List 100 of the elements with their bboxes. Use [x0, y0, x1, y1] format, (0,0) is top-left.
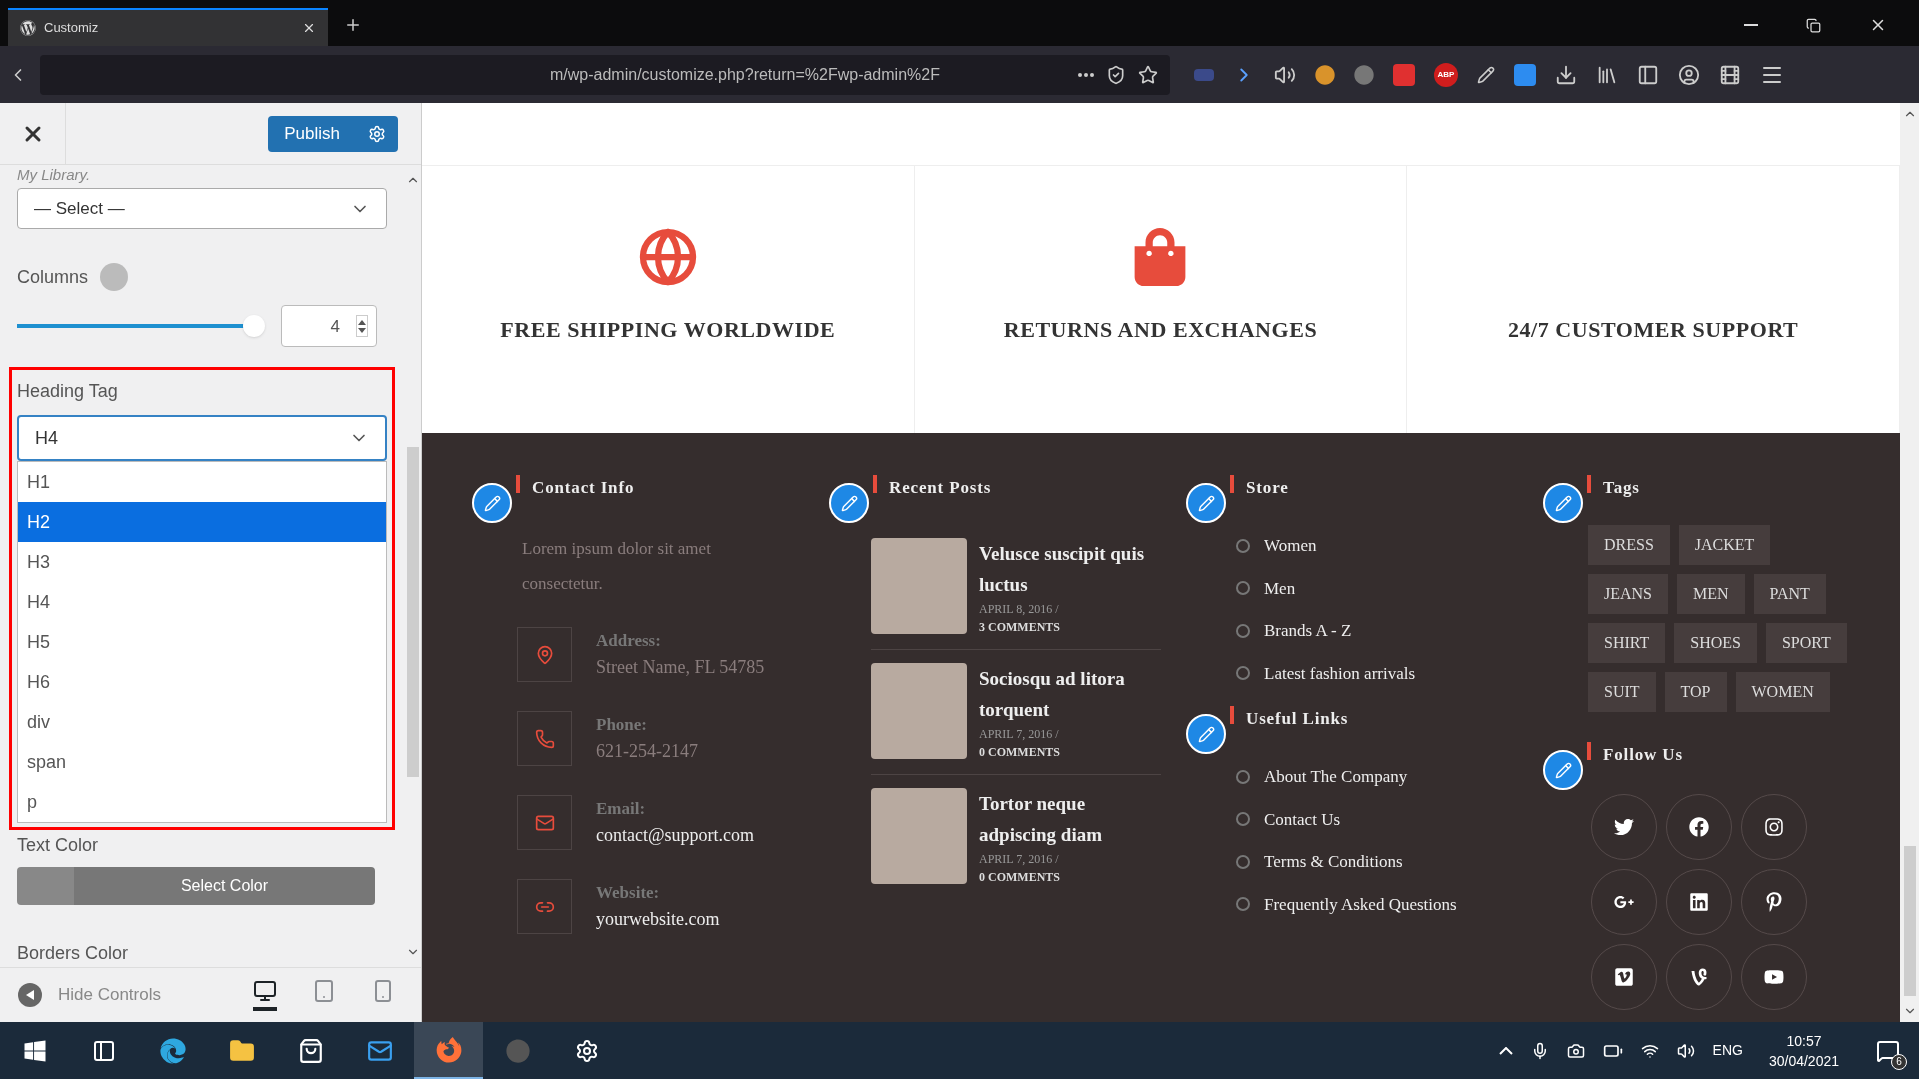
post-comments: 0 COMMENTS [979, 869, 1061, 886]
useful-link[interactable]: About The Company [1264, 764, 1408, 790]
dropdown-option[interactable]: span [18, 742, 386, 783]
dropdown-option[interactable]: H3 [18, 542, 386, 583]
color-swatch [17, 867, 74, 905]
extension-icon [1194, 68, 1214, 81]
widget-heading: Follow Us [1603, 744, 1683, 766]
intro-text: Lorem ipsum dolor sit amet consectetur. [522, 538, 712, 595]
contact-value: 621-254-2147 [596, 739, 698, 763]
device-preview-button[interactable] [253, 979, 277, 1011]
heading-tag-dropdown[interactable]: H4 [17, 415, 387, 462]
phone-icon [534, 728, 555, 749]
language-indicator[interactable]: ENG [1712, 1040, 1743, 1061]
select-color-button[interactable]: Select Color [74, 867, 375, 905]
store-link[interactable]: Women [1264, 533, 1317, 559]
download-icon [1555, 63, 1577, 86]
dropdown-option[interactable]: H5 [18, 622, 386, 663]
tag-chip[interactable]: WOMEN [1735, 672, 1830, 712]
dropdown-option[interactable]: H2 [18, 502, 386, 543]
contact-value: yourwebsite.com [596, 907, 720, 931]
contact-value: Street Name, FL 54785 [596, 655, 765, 679]
bullet-icon [1236, 769, 1250, 784]
instagram-icon [1764, 817, 1784, 837]
dropdown-option[interactable]: H6 [18, 662, 386, 703]
bullet-icon [1236, 581, 1250, 596]
tag-chip[interactable]: TOP [1664, 672, 1727, 712]
columns-slider[interactable] [17, 315, 265, 338]
feature-title: RETURNS AND EXCHANGES [1003, 316, 1318, 344]
edit-shortcut-button[interactable] [1543, 483, 1583, 523]
post-title[interactable]: Sociosqu ad litora torquent [979, 663, 1161, 725]
post-date: APRIL 7, 2016 / [979, 851, 1060, 868]
pencil-icon [1197, 725, 1215, 743]
columns-label: Columns [17, 265, 89, 289]
bullet-icon [1236, 666, 1250, 681]
store-bag-icon [297, 1037, 324, 1064]
tag-chip[interactable]: JEANS [1588, 574, 1668, 614]
tablet-icon [312, 979, 336, 1003]
tag-chip[interactable]: SPORT [1765, 623, 1847, 663]
tag-chip[interactable]: DRESS [1588, 525, 1670, 565]
contact-label: Email: [596, 798, 647, 821]
library-dropdown[interactable]: — Select — [17, 188, 387, 230]
tag-chip[interactable]: SHOES [1674, 623, 1757, 663]
useful-link[interactable]: Contact Us [1264, 806, 1341, 832]
dropdown-option[interactable]: H4 [18, 582, 386, 623]
settings-icon [368, 124, 386, 143]
store-link[interactable]: Latest fashion arrivals [1264, 660, 1416, 686]
bullet-icon [1236, 897, 1250, 912]
heading-accent [1230, 706, 1234, 724]
post-comments: 3 COMMENTS [979, 619, 1061, 636]
post-date: APRIL 8, 2016 / [979, 601, 1060, 618]
vimeo-icon [1614, 967, 1634, 987]
edit-shortcut-button[interactable] [1186, 714, 1226, 754]
edit-shortcut-button[interactable] [1543, 750, 1583, 790]
show-hidden-icons-icon [1498, 1046, 1513, 1055]
heading-tag-label: Heading Tag [17, 380, 119, 404]
tag-chip[interactable]: SUIT [1588, 672, 1656, 712]
firefox-browser-icon [435, 1036, 462, 1063]
globe-icon [637, 227, 698, 287]
tag-chip[interactable]: SHIRT [1588, 623, 1666, 663]
useful-link[interactable]: Terms & Conditions [1264, 849, 1403, 875]
pen-icon [1477, 65, 1495, 84]
wordpress-logo-icon [20, 20, 36, 36]
heading-accent [1230, 475, 1234, 493]
pencil-icon [1197, 494, 1215, 512]
account-icon [1678, 63, 1700, 86]
bullet-icon [1236, 623, 1250, 638]
dropdown-option[interactable]: div [18, 702, 386, 743]
dropdown-option[interactable]: p [18, 782, 386, 823]
heading-accent [516, 475, 520, 493]
pencil-icon [483, 494, 501, 512]
useful-link[interactable]: Frequently Asked Questions [1264, 891, 1457, 917]
extension-icon [1514, 63, 1536, 86]
contact-label: Address: [596, 630, 662, 653]
scrollbar-thumb[interactable] [1903, 846, 1916, 996]
settings-icon [574, 1038, 599, 1063]
bookmark-star-icon [1138, 64, 1158, 85]
post-title[interactable]: Velusce suscipit quis luctus [979, 538, 1161, 600]
edit-shortcut-button[interactable] [829, 483, 869, 523]
clock[interactable]: 10:57 30/04/2021 [1768, 1030, 1839, 1071]
scrollbar-thumb[interactable] [406, 447, 419, 777]
minimize-icon [1744, 24, 1758, 26]
tag-chip[interactable]: JACKET [1678, 525, 1771, 565]
tag-chip[interactable]: PANT [1753, 574, 1826, 614]
store-link[interactable]: Men [1264, 575, 1296, 601]
camera-icon [1566, 1041, 1585, 1060]
browser-tab[interactable]: Customiz [8, 8, 328, 46]
windows-logo-icon [22, 1038, 47, 1063]
edit-shortcut-button[interactable] [1186, 483, 1226, 523]
post-title[interactable]: Tortor neque adpiscing diam [979, 788, 1161, 850]
store-link[interactable]: Brands A - Z [1264, 618, 1352, 644]
edit-shortcut-button[interactable] [472, 483, 512, 523]
text-color-label: Text Color [17, 834, 100, 858]
pencil-icon [1554, 761, 1572, 779]
tag-chip[interactable]: MEN [1677, 574, 1745, 614]
address-bar[interactable]: m/wp-admin/customize.php?return=%2Fwp-admin%2F [40, 54, 1170, 95]
twitter-icon [1614, 817, 1634, 837]
post-date: APRIL 7, 2016 / [979, 726, 1060, 743]
dropdown-option[interactable]: H1 [18, 462, 386, 503]
columns-number-field[interactable]: 4 [281, 305, 377, 348]
close-tab-icon [302, 21, 316, 35]
